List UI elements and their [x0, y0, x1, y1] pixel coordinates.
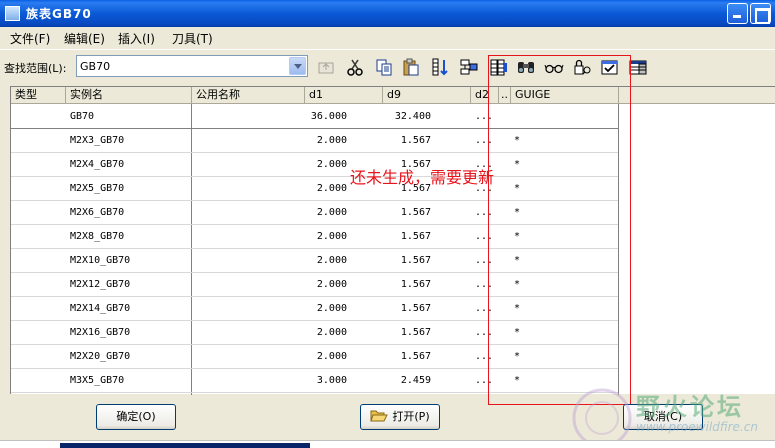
- header-common-name[interactable]: 公用名称: [192, 87, 305, 104]
- cell-name[interactable]: M3X5_GB70: [70, 369, 190, 393]
- cell-type[interactable]: [15, 105, 65, 129]
- menu-insert[interactable]: 插入(I): [118, 30, 155, 47]
- header-instance-name[interactable]: 实例名: [66, 87, 192, 104]
- ok-button[interactable]: 确定(O): [96, 404, 176, 430]
- cell-type[interactable]: [15, 297, 65, 321]
- cell-d1[interactable]: 2.000: [305, 153, 347, 177]
- cell-name[interactable]: M2X5_GB70: [70, 177, 190, 201]
- cell-d1[interactable]: 2.000: [305, 321, 347, 345]
- cell-d9[interactable]: 1.567: [383, 249, 431, 273]
- header-d9[interactable]: d9: [383, 87, 471, 104]
- cell-d1[interactable]: 3.000: [305, 369, 347, 393]
- taskbar-strip: [0, 440, 775, 448]
- cell-name[interactable]: M2X14_GB70: [70, 297, 190, 321]
- minimize-button[interactable]: [727, 3, 748, 24]
- cell-d1[interactable]: 2.000: [305, 225, 347, 249]
- lookin-dropdown[interactable]: GB70: [76, 55, 308, 77]
- cell-name[interactable]: M2X3_GB70: [70, 129, 190, 153]
- chevron-down-icon[interactable]: [289, 57, 306, 75]
- open-button[interactable]: 打开(P): [360, 404, 440, 430]
- cell-d9[interactable]: 2.459: [383, 369, 431, 393]
- up-folder-icon[interactable]: [316, 57, 336, 77]
- menu-tools[interactable]: 刀具(T): [172, 30, 213, 47]
- cell-d9[interactable]: 1.567: [383, 321, 431, 345]
- cell-d9[interactable]: 1.567: [383, 225, 431, 249]
- cell-type[interactable]: [15, 177, 65, 201]
- cell-d9[interactable]: 1.567: [383, 129, 431, 153]
- table-icon[interactable]: [628, 57, 648, 77]
- copy-icon[interactable]: [374, 57, 394, 77]
- cell-d1[interactable]: 2.000: [305, 273, 347, 297]
- cell-name[interactable]: M2X4_GB70: [70, 153, 190, 177]
- insert-column-icon[interactable]: [430, 57, 450, 77]
- cell-common[interactable]: [196, 201, 301, 225]
- cell-d1[interactable]: 2.000: [305, 249, 347, 273]
- title-bar: 族表GB70: [0, 0, 775, 27]
- maximize-button[interactable]: [750, 3, 771, 24]
- cell-name[interactable]: GB70: [70, 105, 190, 129]
- open-label: 打开(P): [392, 410, 430, 423]
- cell-common[interactable]: [196, 249, 301, 273]
- cell-d9[interactable]: 1.567: [383, 345, 431, 369]
- cell-type[interactable]: [15, 273, 65, 297]
- cell-d9[interactable]: 32.400: [383, 105, 431, 129]
- menu-edit[interactable]: 编辑(E): [64, 30, 105, 47]
- cell-common[interactable]: [196, 345, 301, 369]
- cell-name[interactable]: M2X10_GB70: [70, 249, 190, 273]
- cell-type[interactable]: [15, 129, 65, 153]
- cell-d1[interactable]: 2.000: [305, 129, 347, 153]
- cell-common[interactable]: [196, 273, 301, 297]
- window-title: 族表GB70: [26, 7, 92, 21]
- lookin-label: 查找范围(L):: [4, 62, 67, 75]
- cell-common[interactable]: [196, 321, 301, 345]
- header-filler: [619, 87, 775, 104]
- cell-d1[interactable]: 2.000: [305, 345, 347, 369]
- cell-name[interactable]: M2X16_GB70: [70, 321, 190, 345]
- ok-label: 确定(O): [116, 410, 156, 423]
- cell-name[interactable]: M2X20_GB70: [70, 345, 190, 369]
- cell-common[interactable]: [196, 177, 301, 201]
- cell-d1[interactable]: 2.000: [305, 297, 347, 321]
- annotation-box: [488, 55, 631, 405]
- annotation-text: 还未生成，需要更新: [350, 168, 495, 187]
- paste-icon[interactable]: [401, 57, 421, 77]
- insert-row-icon[interactable]: [459, 57, 479, 77]
- cell-name[interactable]: M2X12_GB70: [70, 273, 190, 297]
- cell-type[interactable]: [15, 153, 65, 177]
- cell-d1[interactable]: 2.000: [305, 177, 347, 201]
- window-icon: [5, 6, 20, 21]
- cell-common[interactable]: [196, 297, 301, 321]
- cell-d9[interactable]: 1.567: [383, 273, 431, 297]
- cell-name[interactable]: M2X6_GB70: [70, 201, 190, 225]
- taskbar-item: [60, 443, 310, 448]
- cell-d1[interactable]: 2.000: [305, 201, 347, 225]
- watermark-url: www.proewildfire.cn: [636, 420, 758, 434]
- cell-common[interactable]: [196, 129, 301, 153]
- cell-common[interactable]: [196, 153, 301, 177]
- header-type[interactable]: 类型: [11, 87, 66, 104]
- cell-name[interactable]: M2X8_GB70: [70, 225, 190, 249]
- cell-common[interactable]: [196, 225, 301, 249]
- toolbar: 查找范围(L): GB70: [0, 49, 775, 84]
- cell-d1[interactable]: 36.000: [305, 105, 347, 129]
- family-table[interactable]: 类型 实例名 公用名称 d1 d9 d2 .. GUIGE GB70 36.000…: [10, 86, 775, 395]
- open-folder-icon: [370, 410, 389, 422]
- cell-common[interactable]: [196, 369, 301, 393]
- lookin-value: GB70: [80, 60, 111, 73]
- cell-type[interactable]: [15, 369, 65, 393]
- menu-file[interactable]: 文件(F): [10, 30, 50, 47]
- cell-type[interactable]: [15, 345, 65, 369]
- cell-d9[interactable]: 1.567: [383, 297, 431, 321]
- cell-type[interactable]: [15, 201, 65, 225]
- cell-type[interactable]: [15, 249, 65, 273]
- cell-type[interactable]: [15, 321, 65, 345]
- cell-type[interactable]: [15, 225, 65, 249]
- cut-icon[interactable]: [345, 57, 365, 77]
- menu-bar: 文件(F) 编辑(E) 插入(I) 刀具(T): [0, 27, 775, 47]
- header-d1[interactable]: d1: [305, 87, 383, 104]
- cell-d9[interactable]: 1.567: [383, 201, 431, 225]
- cell-common[interactable]: [196, 105, 301, 129]
- watermark-text: 野火论坛: [636, 393, 744, 421]
